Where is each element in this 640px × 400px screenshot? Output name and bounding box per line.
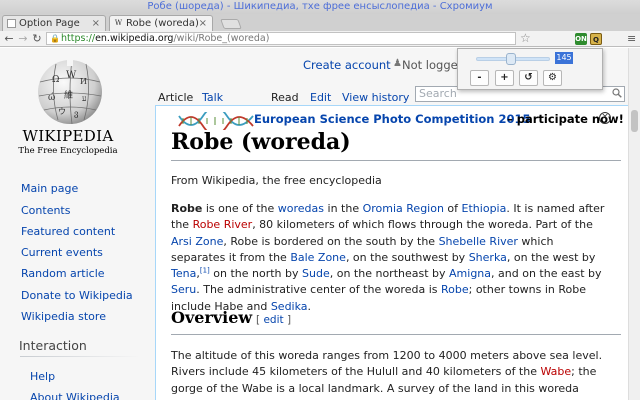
link-wabe[interactable]: Wabe <box>540 365 571 378</box>
forward-arrow-icon[interactable]: → <box>16 32 30 46</box>
svg-text:ウ: ウ <box>58 107 66 116</box>
user-icon: ♟ <box>393 58 402 69</box>
svg-text:ώ: ώ <box>48 92 55 103</box>
sidebar-item-main-page[interactable]: Main page <box>21 182 78 195</box>
link-oromia-region[interactable]: Oromia Region <box>363 202 444 215</box>
link-sherka[interactable]: Sherka <box>469 251 507 264</box>
scrollbar-thumb[interactable] <box>631 110 638 132</box>
vertical-scrollbar[interactable] <box>628 48 640 400</box>
link-sedika[interactable]: Sedika <box>271 300 308 313</box>
window-title: Робе (шореда) - Шикипедиа, тхе фрее енсы… <box>0 0 640 14</box>
tab-read[interactable]: Read <box>271 91 299 104</box>
tab-strip: Option Page × W Robe (woreda) × <box>0 14 640 32</box>
page-title: Robe (woreda) <box>171 129 351 155</box>
back-arrow-icon[interactable]: ← <box>2 32 16 46</box>
url-host: en.wikipedia.org <box>95 33 174 44</box>
link-seru[interactable]: Seru <box>171 283 196 296</box>
extension-green-icon[interactable]: ON <box>575 33 587 45</box>
lock-icon: 🔒 <box>50 34 60 43</box>
lead-paragraph: Robe is one of the woredas in the Oromia… <box>171 202 605 313</box>
address-bar[interactable]: 🔒 https://en.wikipedia.org/wiki/Robe_(wor… <box>46 32 516 45</box>
link-robe-river[interactable]: Robe River <box>193 218 253 231</box>
close-icon[interactable]: × <box>599 112 611 124</box>
svg-text:И: И <box>80 77 87 86</box>
sidebar-divider <box>20 356 140 357</box>
zoom-popup: 145 - + ↺ ⚙ <box>457 48 603 90</box>
search-icon[interactable] <box>612 88 622 98</box>
tab-robe-woreda[interactable]: W Robe (woreda) × <box>109 15 213 32</box>
sidebar-item-about[interactable]: About Wikipedia <box>30 391 120 400</box>
wikipedia-tagline: The Free Encyclopedia <box>18 146 118 156</box>
tab-option-page[interactable]: Option Page × <box>2 15 106 31</box>
bookmark-star-icon[interactable]: ☆ <box>520 31 531 46</box>
svg-text:W: W <box>66 70 77 81</box>
dna-banner-icon <box>178 112 254 130</box>
tab-view-history[interactable]: View history <box>342 91 409 104</box>
svg-text:Ω: Ω <box>52 75 59 85</box>
tab-article[interactable]: Article <box>158 91 193 104</box>
sidebar-item-current-events[interactable]: Current events <box>21 246 103 259</box>
tab-talk[interactable]: Talk <box>202 91 223 104</box>
browser-window: Робе (шореда) - Шикипедиа, тхе фрее енсы… <box>0 0 640 400</box>
citation-1[interactable]: [1] <box>200 267 210 275</box>
link-ethiopia[interactable]: Ethiopia <box>462 202 507 215</box>
zoom-slider-handle[interactable] <box>506 53 516 65</box>
link-tena[interactable]: Tena <box>171 267 196 280</box>
wikipedia-globe-logo: Ω W И ώ 維 ע ウ ვ <box>38 59 102 125</box>
section-heading-overview: Overview <box>171 308 253 327</box>
sidebar-item-donate[interactable]: Donate to Wikipedia <box>21 289 133 302</box>
new-tab-button[interactable] <box>220 19 242 29</box>
url-path: /wiki/Robe_(woreda) <box>173 33 270 44</box>
from-wikipedia-text: From Wikipedia, the free encyclopedia <box>171 174 382 187</box>
sidebar-item-store[interactable]: Wikipedia store <box>21 310 106 323</box>
svg-text:ვ: ვ <box>74 109 79 118</box>
sidebar-item-random-article[interactable]: Random article <box>21 267 105 280</box>
extension-zoom-icon[interactable]: Q <box>590 33 602 45</box>
zoom-in-button[interactable]: + <box>495 70 514 86</box>
url-protocol: https:// <box>61 33 96 44</box>
close-icon[interactable]: × <box>199 16 207 31</box>
reload-icon[interactable]: ↻ <box>30 32 44 46</box>
title-divider <box>171 160 621 161</box>
tab-label: Option Page <box>19 18 80 29</box>
page-viewport: Ω W И ώ 維 ע ウ ვ WIKIPEDIA The Free Encyc… <box>0 48 640 400</box>
zoom-value-field[interactable]: 145 <box>555 52 573 64</box>
section-divider <box>171 334 621 335</box>
link-robe[interactable]: Robe <box>441 283 469 296</box>
link-bale-zone[interactable]: Bale Zone <box>290 251 346 264</box>
overview-paragraph: The altitude of this woreda ranges from … <box>171 348 616 400</box>
sidebar-item-help[interactable]: Help <box>30 370 55 383</box>
section-edit-link[interactable]: [ edit ] <box>256 314 291 326</box>
create-account-link[interactable]: Create account <box>303 58 391 72</box>
banner-link[interactable]: European Science Photo Competition 2015 <box>254 112 531 126</box>
zoom-reset-button[interactable]: ↺ <box>519 70 538 86</box>
browser-toolbar: ← → ↻ 🔒 https://en.wikipedia.org/wiki/Rob… <box>0 31 640 47</box>
zoom-out-button[interactable]: - <box>470 70 489 86</box>
sidebar-heading-interaction[interactable]: Interaction <box>19 338 87 353</box>
tab-label: Robe (woreda) <box>126 18 199 29</box>
wikipedia-w-icon: W <box>114 19 123 27</box>
link-amigna[interactable]: Amigna <box>449 267 491 280</box>
svg-text:維: 維 <box>64 89 73 101</box>
wikipedia-wordmark[interactable]: WIKIPEDIA <box>18 127 118 145</box>
tab-edit[interactable]: Edit <box>310 91 331 104</box>
svg-text:ע: ע <box>82 94 87 103</box>
sidebar-item-featured-content[interactable]: Featured content <box>21 225 115 238</box>
close-icon[interactable]: × <box>92 16 100 31</box>
menu-icon[interactable]: ≡ <box>627 32 636 46</box>
link-shebelle-river[interactable]: Shebelle River <box>439 235 518 248</box>
link-woredas[interactable]: woredas <box>278 202 324 215</box>
link-arsi-zone[interactable]: Arsi Zone <box>171 235 223 248</box>
zoom-settings-button[interactable]: ⚙ <box>543 70 562 86</box>
link-sude[interactable]: Sude <box>302 267 330 280</box>
edit-link[interactable]: edit <box>263 314 283 326</box>
article-content: European Science Photo Competition 2015 … <box>155 105 630 400</box>
page-icon <box>7 19 16 28</box>
sidebar-item-contents[interactable]: Contents <box>21 204 70 217</box>
